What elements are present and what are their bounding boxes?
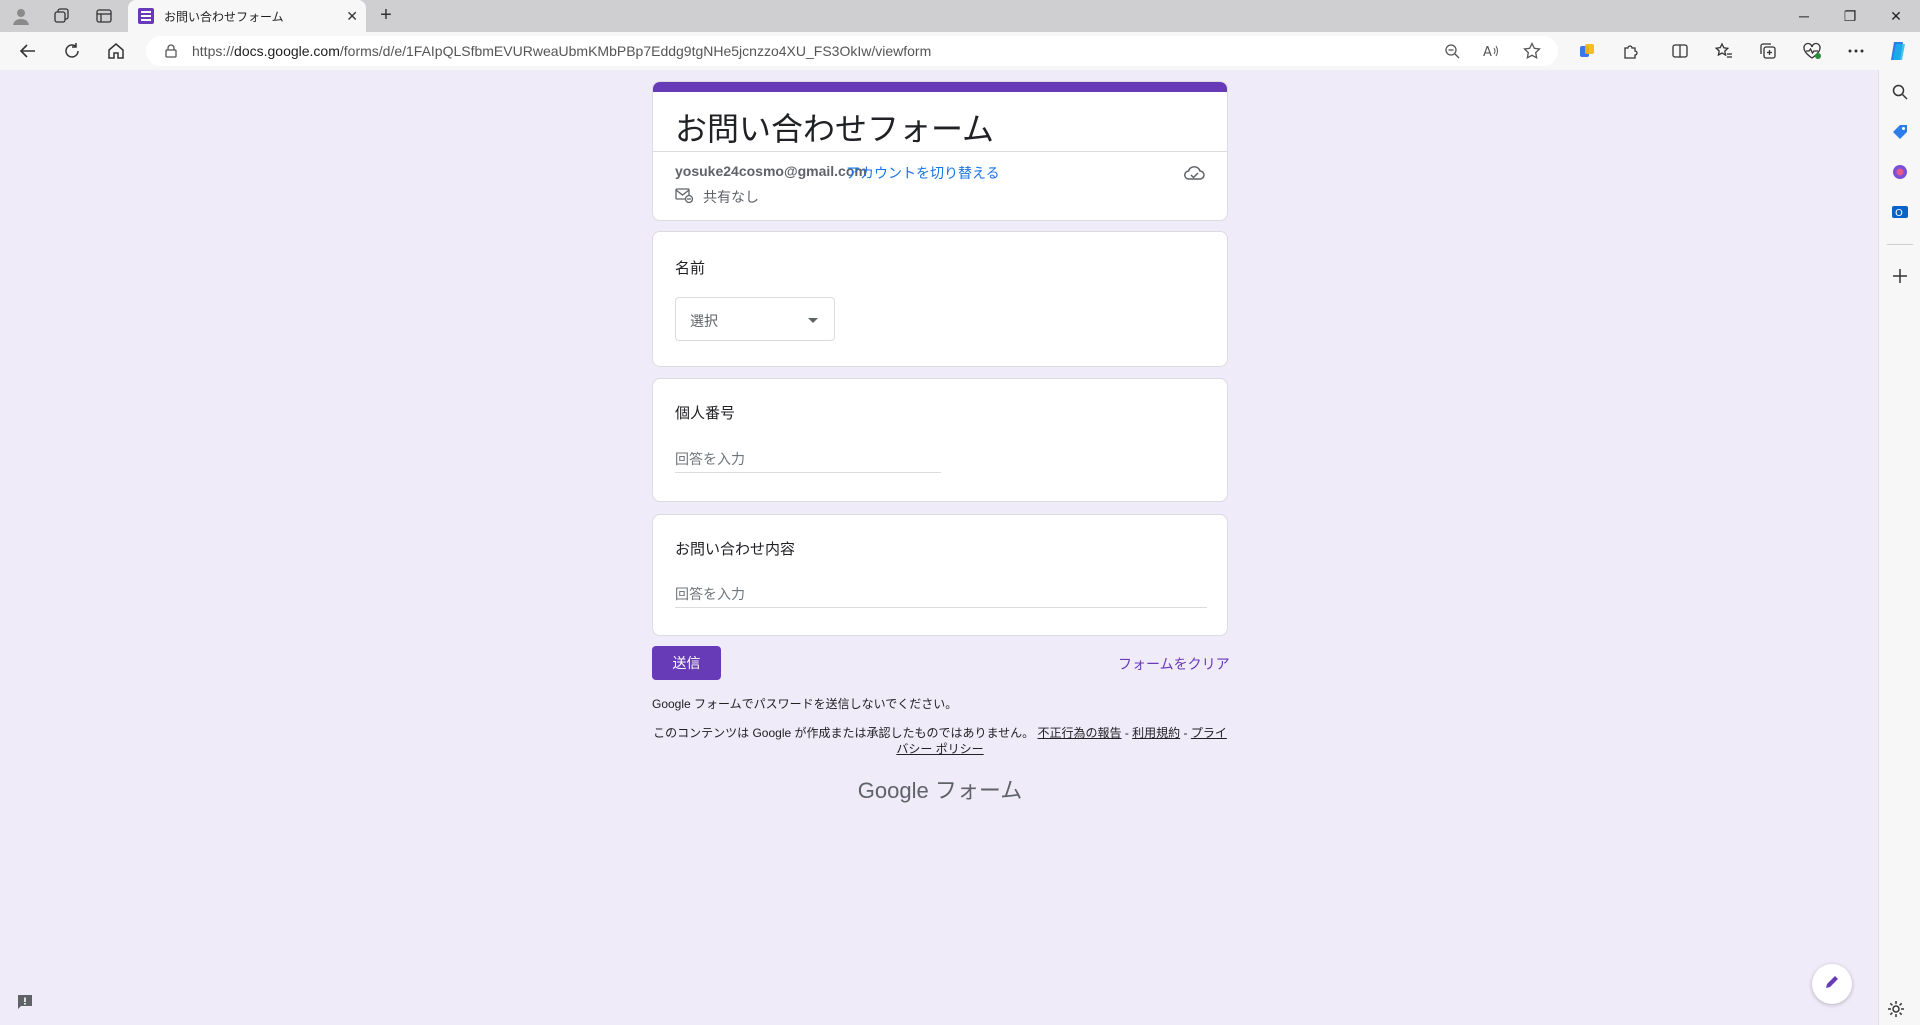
gear-icon[interactable] [1887, 1000, 1905, 1023]
cloud-icon [1183, 164, 1205, 187]
submit-button[interactable]: 送信 [652, 646, 721, 680]
form-title: お問い合わせフォーム [675, 110, 995, 148]
puzzle-icon[interactable] [1619, 39, 1643, 63]
home-icon[interactable] [104, 39, 128, 63]
close-tab-icon[interactable]: ✕ [346, 8, 358, 24]
report-abuse-link[interactable]: 不正行為の報告 [1037, 726, 1121, 740]
svg-text:O: O [1895, 208, 1903, 219]
extension-icon[interactable] [1575, 39, 1599, 63]
plus-icon[interactable]: + [374, 4, 398, 26]
sidebar-divider [1887, 244, 1913, 245]
svg-text:A: A [1483, 45, 1492, 59]
browser-tab-bar: お問い合わせフォーム ✕ + ─ ❐ ✕ [0, 0, 1920, 32]
google-forms-icon [138, 8, 154, 24]
active-tab[interactable]: お問い合わせフォーム ✕ [128, 0, 366, 32]
account-email: yosuke24cosmo@gmail.com [675, 163, 867, 179]
terms-link[interactable]: 利用規約 [1132, 726, 1180, 740]
restore-icon[interactable]: ❐ [1827, 0, 1873, 32]
disclaimer: このコンテンツは Google が作成または承認したものではありません。 不正行… [653, 726, 1227, 756]
caret-down-icon [808, 318, 818, 323]
ellipsis-icon[interactable] [1844, 39, 1868, 63]
workspaces-icon[interactable] [50, 4, 74, 28]
question-title: 名前 [675, 260, 706, 277]
password-warning: Google フォームでパスワードを送信しないでください。 [652, 697, 958, 711]
question-title: お問い合わせ内容 [675, 541, 796, 558]
not-shared-icon [675, 187, 694, 208]
dropdown-value: 選択 [690, 313, 718, 329]
personal-number-input[interactable]: 回答を入力 [675, 449, 941, 473]
browser-toolbar: https://docs.google.com/forms/d/e/1FAIpQ… [0, 32, 1920, 70]
accent-bar [653, 82, 1227, 92]
address-bar[interactable]: https://docs.google.com/forms/d/e/1FAIpQ… [146, 36, 1558, 66]
search-icon[interactable] [1888, 80, 1912, 104]
question-title: 個人番号 [675, 405, 736, 422]
url-text: https://docs.google.com/forms/d/e/1FAIpQ… [192, 43, 932, 59]
heart-icon[interactable] [1800, 39, 1824, 63]
collections-icon[interactable] [1756, 39, 1780, 63]
favorites-icon[interactable] [1712, 39, 1736, 63]
minimize-icon[interactable]: ─ [1781, 0, 1827, 32]
refresh-icon[interactable] [60, 39, 84, 63]
clear-form-button[interactable]: フォームをクリア [1118, 654, 1230, 674]
office-icon[interactable] [1888, 160, 1912, 184]
disclaimer-text: このコンテンツは Google が作成または承認したものではありません。 [653, 726, 1035, 740]
name-dropdown[interactable]: 選択 [675, 297, 835, 341]
outlook-icon[interactable]: O [1888, 200, 1912, 224]
switch-account-link[interactable]: アカウントを切り替える [846, 163, 1000, 183]
feedback-icon[interactable] [16, 993, 34, 1016]
read-aloud-icon[interactable]: A [1483, 42, 1501, 60]
tab-actions-icon[interactable] [92, 4, 116, 28]
zoom-out-icon[interactable] [1443, 42, 1461, 60]
close-window-icon[interactable]: ✕ [1873, 0, 1919, 32]
add-icon[interactable] [1888, 264, 1912, 288]
question-card-inquiry: お問い合わせ内容 回答を入力 [652, 514, 1228, 636]
divider [653, 151, 1227, 152]
question-card-personal-number: 個人番号 回答を入力 [652, 378, 1228, 502]
google-forms-logo[interactable]: Google フォーム [652, 773, 1228, 805]
shopping-tag-icon[interactable] [1888, 120, 1912, 144]
pencil-icon [1824, 974, 1840, 995]
tab-title: お問い合わせフォーム [164, 9, 284, 24]
split-screen-icon[interactable] [1668, 39, 1692, 63]
lock-icon[interactable] [164, 44, 178, 63]
inquiry-input[interactable]: 回答を入力 [675, 584, 1207, 608]
back-arrow-icon[interactable] [16, 39, 40, 63]
copilot-icon[interactable] [1886, 39, 1910, 63]
browser-sidebar: O [1878, 70, 1920, 1025]
share-status: 共有なし [703, 189, 759, 205]
star-icon[interactable] [1523, 42, 1541, 60]
question-card-name: 名前 選択 [652, 231, 1228, 367]
edit-pencil-button[interactable] [1812, 964, 1852, 1004]
profile-icon[interactable] [9, 4, 33, 28]
form-header-card: お問い合わせフォーム yosuke24cosmo@gmail.com アカウント… [652, 81, 1228, 221]
